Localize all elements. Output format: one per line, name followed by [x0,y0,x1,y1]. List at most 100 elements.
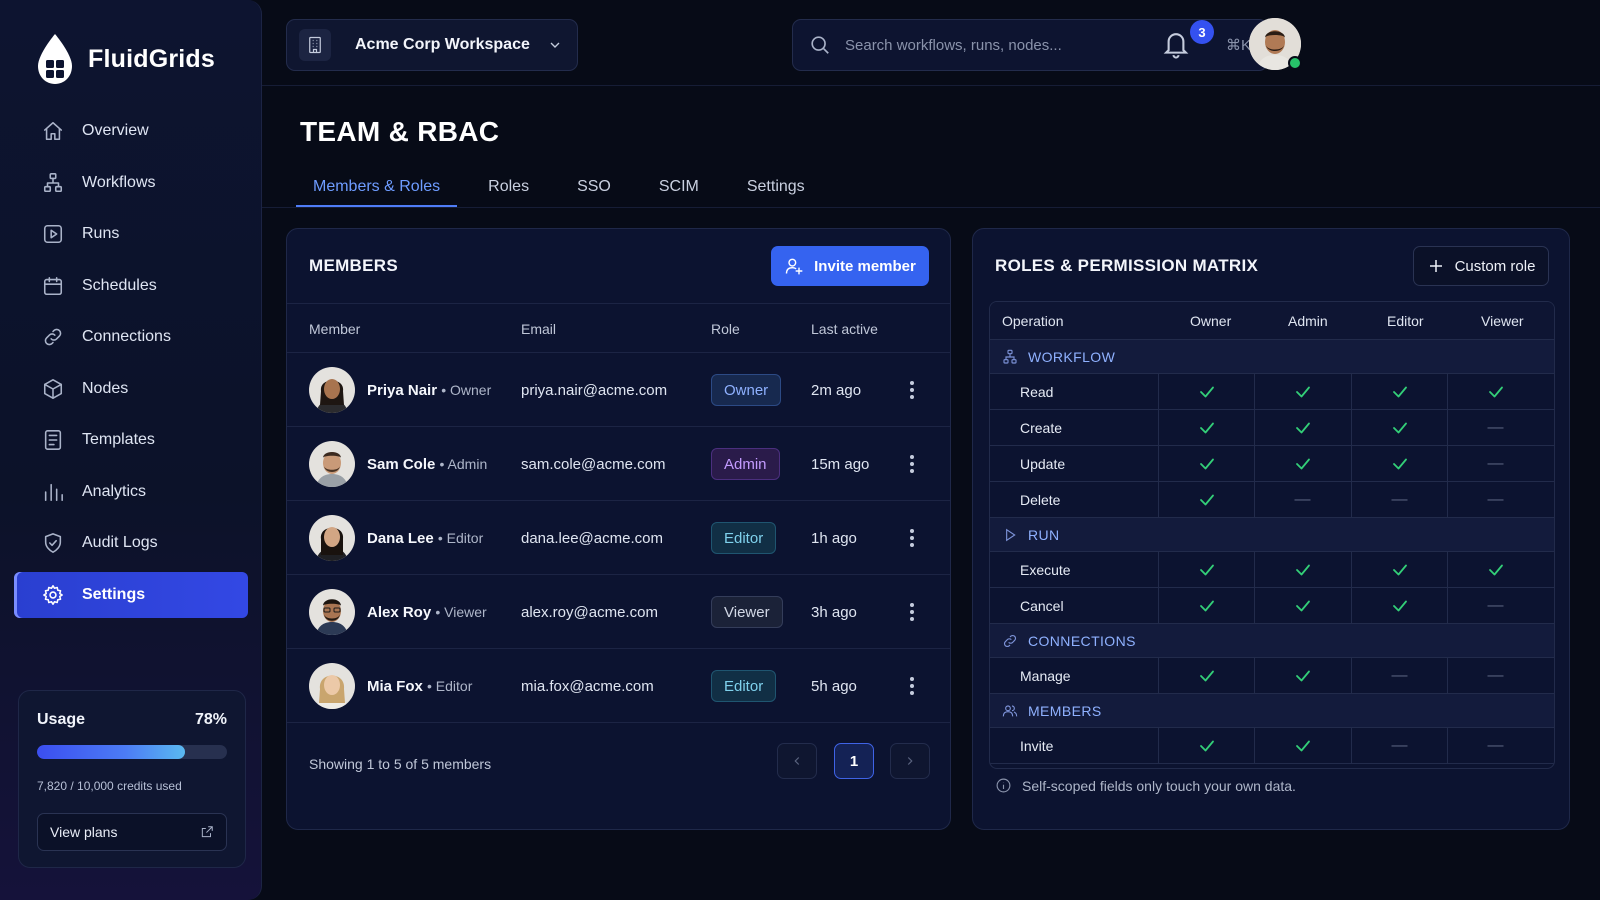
workflow-icon [43,172,63,192]
permission-cell-viewer[interactable]: — [1447,446,1543,482]
pagination-prev-button[interactable] [777,743,817,779]
permission-cell-owner[interactable] [1158,658,1254,694]
sidebar: FluidGrids Overview Workflows Runs Sched… [0,0,262,900]
permission-cell-viewer[interactable]: — [1447,410,1543,446]
permission-cell-editor[interactable] [1351,446,1447,482]
tab-settings[interactable]: Settings [730,168,822,208]
permission-cell-admin[interactable] [1254,410,1350,446]
sidebar-item-workflows[interactable]: Workflows [14,160,248,206]
permission-cell-editor[interactable] [1351,552,1447,588]
workspace-switcher[interactable]: Acme Corp Workspace [286,19,578,71]
permission-cell-admin[interactable] [1254,446,1350,482]
matrix-row: Create — [990,410,1554,446]
sidebar-item-templates[interactable]: Templates [14,417,248,463]
sidebar-item-schedules[interactable]: Schedules [14,263,248,309]
permission-cell-editor[interactable] [1351,588,1447,624]
permission-cell-viewer[interactable]: — [1447,728,1543,764]
permission-cell-viewer[interactable] [1447,552,1543,588]
more-options-button[interactable] [902,378,922,402]
sidebar-nav: Overview Workflows Runs Schedules Connec… [14,108,248,623]
permission-cell-admin[interactable] [1254,728,1350,764]
table-row[interactable]: Priya Nair • Owner priya.nair@acme.com O… [287,353,950,427]
permission-cell-viewer[interactable]: — [1447,588,1543,624]
permission-cell-owner[interactable] [1158,482,1254,518]
sidebar-item-overview[interactable]: Overview [14,108,248,154]
pagination-page-button[interactable]: 1 [834,743,874,779]
permission-cell-owner[interactable] [1158,588,1254,624]
sidebar-item-label: Analytics [82,482,147,500]
table-row[interactable]: Sam Cole • Admin sam.cole@acme.com Admin… [287,427,950,501]
dash-icon: — [1487,419,1504,436]
permission-cell-editor[interactable]: — [1351,728,1447,764]
permission-cell-viewer[interactable] [1447,374,1543,410]
role-badge-owner[interactable]: Owner [711,374,782,406]
column-header-role: Role [711,321,740,337]
role-badge-editor[interactable]: Editor [711,522,777,554]
more-options-button[interactable] [902,674,922,698]
permission-cell-editor[interactable] [1351,374,1447,410]
permission-cell-editor[interactable] [1351,410,1447,446]
member-name: Mia Fox [367,678,423,695]
sidebar-item-audit-logs[interactable]: Audit Logs [14,520,248,566]
permission-cell-admin[interactable]: — [1254,482,1350,518]
sidebar-item-analytics[interactable]: Analytics [14,469,248,515]
permission-cell-editor[interactable]: — [1351,482,1447,518]
column-header-last-active: Last active [811,321,878,337]
member-avatar [309,663,355,709]
search-icon [811,36,829,54]
tab-roles[interactable]: Roles [471,168,546,208]
member-email: alex.roy@acme.com [521,604,658,621]
sidebar-item-label: Schedules [82,276,157,294]
matrix-operation: Manage [1020,668,1071,684]
matrix-row: Cancel — [990,588,1554,624]
check-icon [1295,458,1310,470]
invite-member-button[interactable]: Invite member [771,246,929,286]
role-badge-editor[interactable]: Editor [711,670,777,702]
permission-cell-owner[interactable] [1158,374,1254,410]
tab-members-roles[interactable]: Members & Roles [296,168,458,208]
fluidgrids-logo-icon [38,34,72,84]
plus-icon [1429,260,1442,272]
permission-cell-admin[interactable] [1254,658,1350,694]
permission-cell-admin[interactable] [1254,374,1350,410]
member-avatar [309,589,355,635]
notifications-button[interactable] [1161,28,1191,60]
pagination-next-button[interactable] [890,743,930,779]
search-input[interactable] [845,36,1205,54]
check-icon [1295,740,1310,752]
sidebar-item-connections[interactable]: Connections [14,314,248,360]
role-badge-viewer[interactable]: Viewer [711,596,783,628]
permission-cell-admin[interactable] [1254,588,1350,624]
permission-cell-viewer[interactable]: — [1447,482,1543,518]
sidebar-item-nodes[interactable]: Nodes [14,366,248,412]
dash-icon: — [1487,737,1504,754]
chevron-down-icon [550,42,560,48]
role-badge-admin[interactable]: Admin [711,448,780,480]
more-options-button[interactable] [902,526,922,550]
brand[interactable]: FluidGrids [34,32,215,86]
custom-role-button[interactable]: Custom role [1413,246,1549,286]
table-row[interactable]: Alex Roy • Viewer alex.roy@acme.com View… [287,575,950,649]
sidebar-item-runs[interactable]: Runs [14,211,248,257]
more-vertical-icon [910,603,914,621]
table-row[interactable]: Dana Lee • Editor dana.lee@acme.com Edit… [287,501,950,575]
member-avatar [309,441,355,487]
table-row[interactable]: Mia Fox • Editor mia.fox@acme.com Editor… [287,649,950,723]
view-plans-button[interactable]: View plans [37,813,227,851]
tab-sso[interactable]: SSO [560,168,628,208]
member-last-active: 15m ago [811,456,870,473]
dash-icon: — [1391,491,1408,508]
permission-cell-owner[interactable] [1158,410,1254,446]
permission-cell-viewer[interactable]: — [1447,658,1543,694]
permission-cell-owner[interactable] [1158,552,1254,588]
more-options-button[interactable] [902,600,922,624]
member-email: sam.cole@acme.com [521,456,666,473]
sidebar-item-settings[interactable]: Settings [14,571,248,618]
permission-cell-owner[interactable] [1158,446,1254,482]
more-options-button[interactable] [902,452,922,476]
permission-cell-editor[interactable]: — [1351,658,1447,694]
permission-cell-owner[interactable] [1158,728,1254,764]
permission-cell-admin[interactable] [1254,552,1350,588]
tab-scim[interactable]: SCIM [642,168,716,208]
dash-icon: — [1487,491,1504,508]
